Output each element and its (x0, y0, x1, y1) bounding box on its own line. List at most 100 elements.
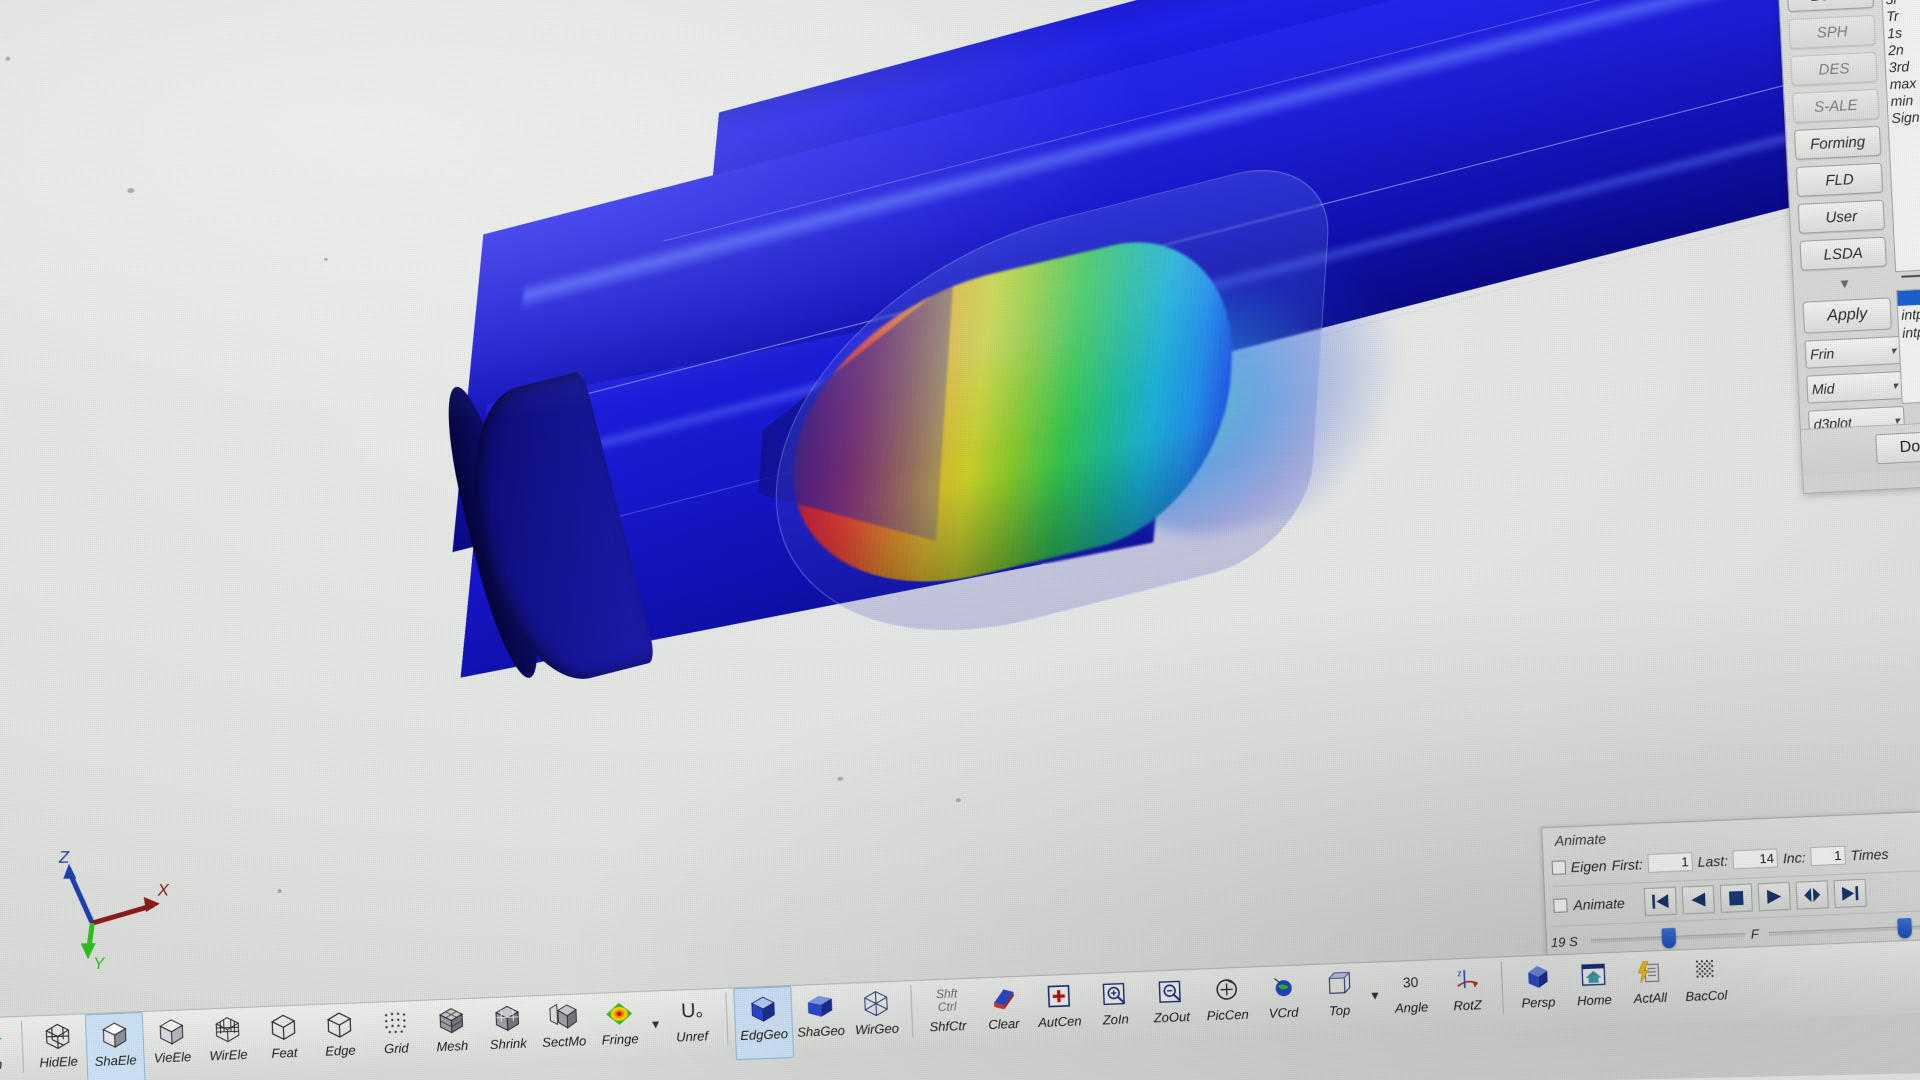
toolbar-label: Mesh (436, 1037, 469, 1055)
panel-button-sph[interactable]: SPH (1788, 14, 1876, 50)
panel-button-fld[interactable]: FLD (1795, 162, 1884, 197)
bounce-icon[interactable] (1796, 880, 1830, 910)
toolbar-item-wirgeo[interactable]: WirGeo (847, 981, 906, 1053)
panel-button-forming[interactable]: Forming (1793, 125, 1882, 160)
toolbar-label: ZoIn (1102, 1011, 1130, 1028)
toolbar-item-zoin[interactable]: ZoIn (1086, 972, 1145, 1044)
step-forward-icon[interactable] (1833, 878, 1868, 909)
toolbar-item-shageo[interactable]: ShaGeo (791, 984, 850, 1056)
list-item[interactable]: 1s (1884, 22, 1920, 43)
toolbar-item-unref[interactable]: U Unref (662, 989, 721, 1061)
toolbar-label: HidEle (39, 1053, 79, 1071)
toolbar-label: Unref (675, 1028, 709, 1045)
toolbar-item-grid[interactable]: Grid (367, 1001, 426, 1073)
toolbar-label: WirGeo (854, 1020, 900, 1038)
shfctr-bottom-label: Ctrl (937, 999, 957, 1015)
first-frame-input[interactable]: 1 (1647, 852, 1694, 873)
list-item[interactable]: intpt (1899, 320, 1920, 342)
toolbar-item-top[interactable]: Top (1310, 963, 1369, 1035)
apply-button[interactable]: Apply (1802, 297, 1892, 334)
toolbar-label: tion (0, 1056, 3, 1073)
toolbar-label: ZoOut (1153, 1008, 1191, 1026)
list-item[interactable]: intpt (1898, 302, 1920, 324)
list-item[interactable]: Tr (1883, 5, 1920, 26)
panel-button-lsda[interactable]: LSDA (1799, 236, 1887, 271)
toolbar-item-viele[interactable]: VieEle (143, 1010, 202, 1080)
toolbar-label: BacCol (1685, 987, 1728, 1005)
toolbar-item-shfctr[interactable]: Shft Ctrl ShfCtr (918, 979, 977, 1051)
toolbar-item-vcrd[interactable]: VCrd (1254, 965, 1313, 1037)
integration-list-selected-row[interactable] (1897, 287, 1920, 307)
panel-button-des[interactable]: DES (1790, 51, 1878, 87)
fringe-source-value: Frin (1809, 345, 1835, 363)
toolbar-item-autcen[interactable]: AutCen (1030, 974, 1089, 1046)
list-item[interactable]: 2n (1885, 39, 1920, 60)
toolbar-item-fringe[interactable]: Fringe (590, 992, 649, 1064)
toolbar-item-actall[interactable]: ActAll (1621, 950, 1680, 1022)
toolbar-label: Persp (1521, 994, 1556, 1011)
toolbar-item-wirele[interactable]: WirEle (199, 1007, 258, 1079)
toolbar-item-edge[interactable]: Edge (311, 1003, 370, 1075)
toolbar-item-feat[interactable]: Feat (255, 1005, 314, 1077)
frame-slider[interactable] (1768, 917, 1920, 939)
toolbar-label: ShaGeo (796, 1022, 846, 1040)
speed-slider[interactable] (1590, 927, 1745, 949)
toolbar-item-clear[interactable]: Clear (974, 976, 1033, 1048)
toolbar-item-home[interactable]: Home (1565, 953, 1624, 1025)
toolbar-label: Top (1328, 1002, 1351, 1019)
list-item[interactable]: max (1886, 73, 1920, 94)
unref-u-icon: U (675, 993, 706, 1028)
view-coord-globe-icon (1267, 970, 1298, 1005)
play-icon[interactable] (1758, 881, 1792, 912)
list-item[interactable]: Sign (1888, 107, 1920, 128)
fringe-source-dropdown[interactable]: Frin ▾ (1804, 335, 1902, 369)
animate-panel-title: Animate (1554, 830, 1607, 849)
toolbar-item-piccen[interactable]: PicCen (1198, 967, 1257, 1039)
toolbar-item-baccol[interactable]: BacCol (1676, 948, 1735, 1020)
toolbar-item-shaele[interactable]: ShaEle (84, 1011, 146, 1080)
toolbar-item-persp[interactable]: Persp (1509, 955, 1568, 1027)
toolbar-label: Edge (324, 1042, 356, 1059)
toolbar-item-hidele[interactable]: HidEle (29, 1014, 88, 1080)
list-item[interactable]: 3rd (1886, 56, 1920, 77)
zoom-in-icon (1099, 976, 1130, 1011)
shrink-cube-icon (492, 1001, 523, 1036)
wireframe-element-cube-icon (212, 1012, 243, 1047)
toolbar-item-shrink[interactable]: Shrink (478, 996, 537, 1068)
animate-checkbox[interactable] (1553, 898, 1568, 913)
dust-speck (277, 888, 282, 894)
panel-button-user[interactable]: User (1797, 199, 1886, 234)
panel-button-beam[interactable]: Beam (1786, 0, 1874, 13)
toolbar-item-rotz[interactable]: z RotZ (1438, 958, 1497, 1030)
shell-surface-dropdown[interactable]: Mid ▾ (1806, 370, 1904, 404)
toolbar-item-edggeo[interactable]: EdgGeo (733, 985, 795, 1061)
toolbar-label: ShfCtr (929, 1017, 967, 1035)
toolbar-label: EdgGeo (739, 1026, 789, 1044)
section-mode-cube-icon (548, 999, 579, 1034)
eigen-label: Eigen (1570, 857, 1607, 875)
done-button[interactable]: Done (1875, 430, 1920, 465)
skip-to-start-icon[interactable] (1644, 886, 1678, 917)
increment-input[interactable]: 1 (1810, 845, 1846, 867)
feature-cube-icon (268, 1010, 299, 1045)
fringe-partial-icon (0, 1022, 6, 1057)
panel-button-s-ale[interactable]: S-ALE (1792, 88, 1880, 123)
panel-divider (1901, 272, 1920, 278)
toolbar-label: Shrink (489, 1035, 527, 1053)
view-element-cube-icon (156, 1014, 187, 1049)
axis-x-icon: X (91, 880, 170, 926)
toolbar-item-angle[interactable]: 30 Angle (1382, 960, 1441, 1032)
toolbar-item-tion[interactable]: tion (0, 1017, 17, 1080)
mesh-cube-icon (436, 1003, 467, 1038)
toolbar-label: RotZ (1453, 997, 1482, 1014)
home-icon (1578, 957, 1609, 992)
list-item[interactable]: min (1887, 90, 1920, 111)
toolbar-item-zoout[interactable]: ZoOut (1142, 970, 1201, 1042)
last-frame-input[interactable]: 14 (1732, 848, 1779, 870)
chevron-down-icon[interactable]: ▾ (1801, 272, 1888, 296)
stop-icon[interactable] (1720, 883, 1754, 913)
step-back-icon[interactable] (1682, 885, 1716, 915)
toolbar-item-mesh[interactable]: Mesh (422, 999, 481, 1071)
toolbar-item-sectmo[interactable]: SectMo (534, 994, 593, 1066)
eigen-checkbox[interactable] (1551, 859, 1567, 875)
